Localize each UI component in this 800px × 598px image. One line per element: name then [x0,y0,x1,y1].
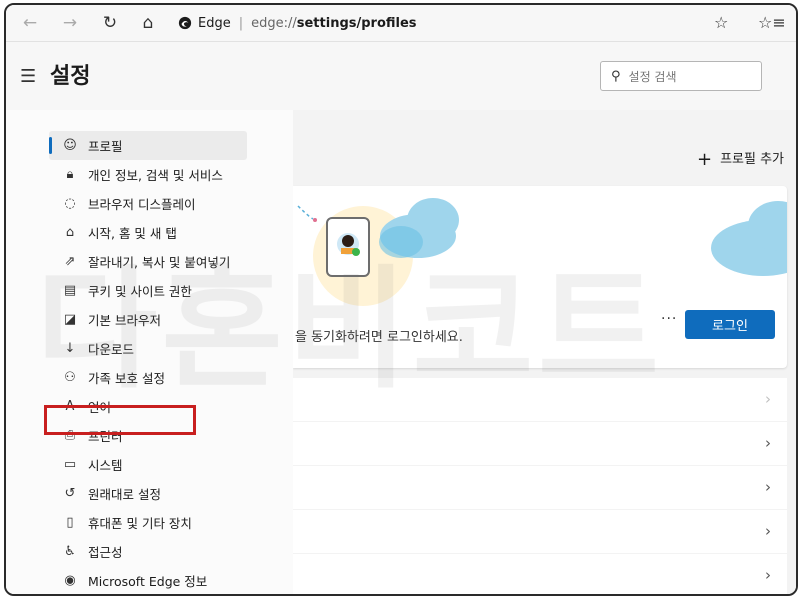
sidebar-item-label: 브라우저 디스플레이 [88,197,196,212]
sidebar-item[interactable]: ♿︎ 접근성 [49,537,259,566]
address-brand: Edge [198,15,231,31]
sidebar-item[interactable]: ↺ 원래대로 설정 [49,479,259,508]
sidebar-item[interactable]: ☺ 프로필 [49,131,247,160]
sidebar-item-label: 휴대폰 및 기타 장치 [88,516,192,531]
sidebar-item-label: 잘라내기, 복사 및 붙여넣기 [88,255,231,270]
appearance-icon: ◌ [64,196,76,211]
chevron-right-icon: › [765,566,771,584]
reset-icon: ↺ [64,486,76,501]
family-icon: ⚇ [64,370,76,385]
settings-row[interactable]: › [293,378,787,421]
sidebar-item-label: 접근성 [88,545,123,560]
sidebar-item-label: 가족 보호 설정 [88,371,165,386]
search-placeholder: 설정 검색 [628,69,677,84]
phone-icon: ▯ [66,515,74,530]
sidebar-item-label: 다운로드 [88,342,135,357]
sidebar-item[interactable]: ◪ 기본 브라우저 [49,305,259,334]
sidebar-item[interactable]: ▭ 시스템 [49,450,259,479]
home-icon[interactable]: ⌂ [136,11,160,35]
edge-logo-icon: ◉ [64,573,76,588]
highlight-box [44,405,196,435]
more-options-button[interactable]: ··· [661,311,677,327]
sidebar-item[interactable]: 🔒︎ 개인 정보, 검색 및 서비스 [49,160,259,189]
sidebar-item[interactable]: ▤ 쿠키 및 사이트 권한 [49,276,259,305]
share-icon: ⇗ [64,254,76,269]
favorites-list-icon[interactable]: ☆≡ [758,13,786,32]
forward-icon[interactable]: → [58,11,82,35]
settings-row[interactable]: › [293,422,787,465]
home-tab-icon: ⌂ [65,225,75,240]
sidebar-item[interactable]: ▯ 휴대폰 및 기타 장치 [49,508,259,537]
profile-card: 을 동기화하려면 로그인하세요. ··· 로그인 [293,186,787,368]
settings-row[interactable]: › [293,554,787,594]
add-profile-label: 프로필 추가 [720,152,784,167]
settings-rows: › › › › › [293,378,787,594]
lock-icon: 🔒︎ [66,167,74,182]
sidebar-nav: ☺ 프로필 🔒︎ 개인 정보, 검색 및 서비스 ◌ 브라우저 디스플레이 ⌂ 시작, 홈 및… [49,131,259,594]
refresh-icon[interactable]: ↻ [98,11,122,35]
sync-message: 을 동기화하려면 로그인하세요. [295,330,463,345]
download-icon: ↓ [64,341,76,356]
back-icon[interactable]: ← [18,11,42,35]
search-input[interactable]: ⚲ 설정 검색 [600,61,762,91]
sidebar-item-label: 원래대로 설정 [88,487,161,502]
site-permissions-icon: ▤ [63,283,77,298]
sidebar-item-label: 개인 정보, 검색 및 서비스 [88,168,223,183]
settings-main: + 프로필 추가 을 동기화하려면 로그인하세요. ··· 로그인 › › › … [293,110,796,594]
browser-toolbar: ← → ↻ ⌂ Edge | edge://settings/profiles … [6,5,796,42]
page-title: 설정 [50,64,91,89]
address-path: settings/profiles [296,15,417,31]
address-scheme: edge:// [251,15,297,31]
sidebar-item-label: 쿠키 및 사이트 권한 [88,284,192,299]
default-browser-icon: ◪ [63,312,77,327]
add-profile-button[interactable]: + 프로필 추가 [697,148,784,170]
settings-row[interactable]: › [293,510,787,553]
search-icon: ⚲ [611,68,621,84]
sidebar-item-label: 기본 브라우저 [88,313,161,328]
sidebar-item-label: Microsoft Edge 정보 [88,574,208,589]
sidebar-item-label: 시작, 홈 및 새 탭 [88,226,177,241]
browser-window: ← → ↻ ⌂ Edge | edge://settings/profiles … [4,3,798,596]
chevron-right-icon: › [765,522,771,540]
sidebar-item[interactable]: ◌ 브라우저 디스플레이 [49,189,259,218]
profile-illustration [297,198,787,306]
sidebar-item[interactable]: ↓ 다운로드 [49,334,259,363]
chevron-right-icon: › [765,434,771,452]
settings-sidebar: ☺ 프로필 🔒︎ 개인 정보, 검색 및 서비스 ◌ 브라우저 디스플레이 ⌂ 시작, 홈 및… [6,110,293,594]
address-separator: | [238,15,244,31]
chevron-right-icon: › [765,390,771,408]
settings-header: ☰ 설정 ⚲ 설정 검색 [6,42,796,110]
favorite-star-icon[interactable]: ☆ [714,13,728,32]
sidebar-item-label: 프로필 [88,139,123,154]
sidebar-item[interactable]: ⚇ 가족 보호 설정 [49,363,259,392]
sidebar-item[interactable]: ◉ Microsoft Edge 정보 [49,566,259,594]
address-bar[interactable]: Edge | edge://settings/profiles [178,10,698,36]
sidebar-item[interactable]: ⌂ 시작, 홈 및 새 탭 [49,218,259,247]
edge-logo-icon [178,16,192,30]
accessibility-icon: ♿︎ [64,544,76,559]
plus-icon: + [696,149,713,170]
chevron-right-icon: › [765,478,771,496]
login-button[interactable]: 로그인 [685,310,775,339]
profile-icon: ☺ [63,138,77,153]
sidebar-item-label: 시스템 [88,458,123,473]
menu-icon[interactable]: ☰ [20,66,36,87]
settings-row[interactable]: › [293,466,787,509]
sidebar-item[interactable]: ⇗ 잘라내기, 복사 및 붙여넣기 [49,247,259,276]
system-icon: ▭ [63,457,77,472]
